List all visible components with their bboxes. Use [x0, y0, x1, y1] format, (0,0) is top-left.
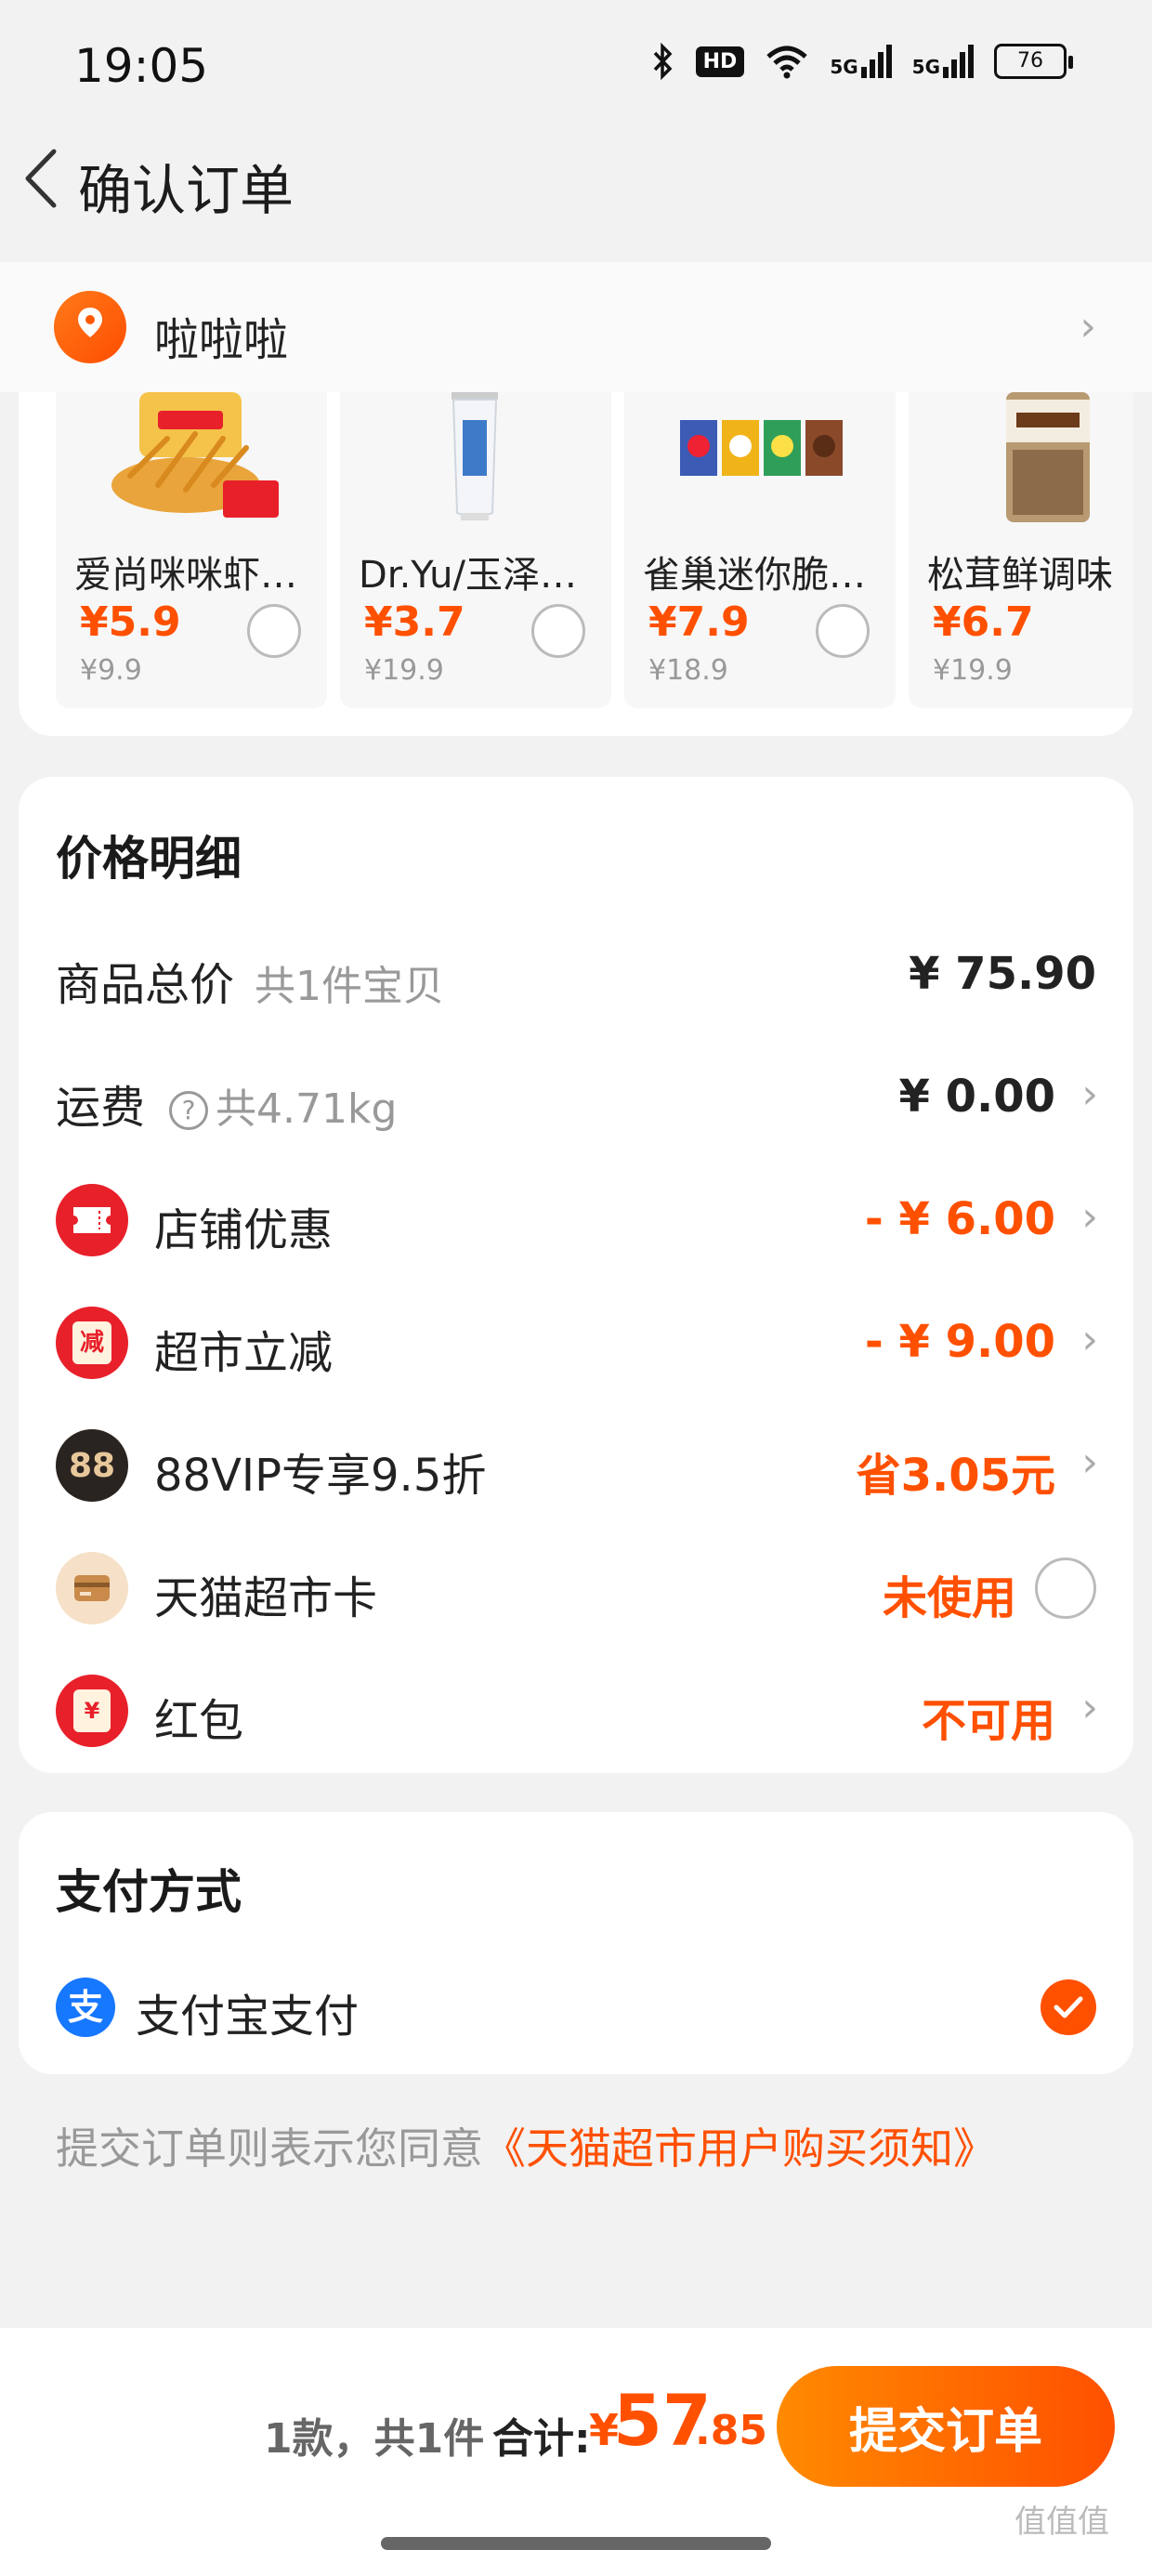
- shipping-label: 运费: [56, 1082, 146, 1134]
- store-discount-row[interactable]: 店铺优惠 - ¥ 6.00 ›: [19, 1162, 1133, 1282]
- total-label: 合计:: [492, 2415, 591, 2463]
- goods-total-sub: 共1件宝贝: [255, 963, 445, 1010]
- signal-icon-1: 5G: [830, 45, 892, 78]
- product-original-price: ¥9.9: [80, 654, 142, 687]
- chevron-right-icon: ›: [1081, 1316, 1098, 1363]
- hd-badge: HD: [695, 46, 745, 77]
- product-original-price: ¥18.9: [648, 654, 728, 687]
- price-detail-title: 价格明细: [56, 832, 242, 886]
- market-discount-row[interactable]: 减 超市立减 - ¥ 9.00 ›: [19, 1284, 1133, 1405]
- vip-discount-value: 省3.05元: [856, 1450, 1055, 1502]
- payment-title: 支付方式: [56, 1865, 242, 1919]
- product-price: ¥5.9: [80, 598, 181, 646]
- wifi-icon: [766, 46, 807, 79]
- status-time: 19:05: [74, 39, 209, 93]
- vip-discount-label: 88VIP专享9.5折: [154, 1450, 487, 1502]
- total-amount-decimal: .85: [695, 2407, 767, 2454]
- product-name: 爱尚咪咪虾味…: [74, 554, 318, 597]
- market-card-row[interactable]: 天猫超市卡 未使用: [19, 1530, 1133, 1650]
- goods-total-value: ¥ 75.90: [909, 948, 1096, 1000]
- product-select-radio[interactable]: [247, 604, 301, 658]
- red-packet-icon: ¥: [56, 1675, 128, 1747]
- submit-order-button[interactable]: 提交订单: [777, 2366, 1115, 2487]
- checkmark-icon: [1054, 1996, 1083, 2018]
- store-discount-label: 店铺优惠: [154, 1204, 334, 1256]
- product-item[interactable]: 爱尚咪咪虾味… ¥5.9 ¥9.9: [56, 392, 327, 708]
- product-original-price: ¥19.9: [933, 654, 1013, 687]
- location-icon: [54, 291, 126, 363]
- product-name: Dr.Yu/玉泽洁面: [359, 554, 602, 597]
- product-select-radio[interactable]: [531, 604, 585, 658]
- vip-88-icon: 88: [56, 1429, 128, 1502]
- product-image: [1006, 392, 1090, 522]
- payment-method-label[interactable]: 支付宝支付: [136, 1979, 359, 2044]
- price-detail-card: 价格明细 商品总价 共1件宝贝 ¥ 75.90 运费? 共4.71kg ¥ 0.00…: [19, 777, 1133, 1773]
- market-card-label: 天猫超市卡: [154, 1572, 378, 1624]
- vip-discount-row[interactable]: 88 88VIP专享9.5折 省3.05元 ›: [19, 1407, 1133, 1528]
- product-image: [680, 420, 843, 476]
- product-name: 雀巢迷你脆谷…: [643, 554, 886, 597]
- product-select-radio[interactable]: [816, 604, 870, 658]
- chevron-right-icon: ›: [1081, 1439, 1098, 1486]
- product-price: ¥7.9: [648, 598, 750, 646]
- product-price: ¥3.7: [364, 598, 465, 646]
- page-title: 确认订单: [78, 159, 295, 222]
- battery-icon: 76: [994, 44, 1073, 79]
- product-name: 松茸鲜调味: [927, 554, 1113, 597]
- help-icon[interactable]: ?: [169, 1091, 209, 1130]
- coupon-icon: [56, 1184, 128, 1256]
- agreement-link[interactable]: 《天猫超市用户购买须知》: [483, 2123, 996, 2174]
- product-price: ¥6.7: [933, 598, 1034, 646]
- chevron-left-icon: [25, 149, 57, 208]
- market-discount-label: 超市立减: [154, 1327, 334, 1379]
- back-button[interactable]: [13, 141, 69, 216]
- agreement-text: 提交订单则表示您同意《天猫超市用户购买须知》: [56, 2123, 996, 2174]
- product-original-price: ¥19.9: [364, 654, 444, 687]
- card-icon: [56, 1552, 128, 1624]
- product-list-card: 爱尚咪咪虾味… ¥5.9 ¥9.9 Dr.Yu/玉泽洁面 ¥3.7 ¥19.9: [19, 392, 1133, 736]
- chevron-right-icon: ›: [1081, 1193, 1098, 1241]
- red-packet-value: 不可用: [921, 1695, 1055, 1747]
- product-item[interactable]: 雀巢迷你脆谷… ¥7.9 ¥18.9: [624, 392, 896, 708]
- market-discount-value: - ¥ 9.00: [864, 1316, 1055, 1368]
- market-discount-icon: 减: [56, 1307, 128, 1379]
- store-discount-value: - ¥ 6.00: [864, 1193, 1055, 1245]
- chevron-right-icon: ›: [1081, 1684, 1098, 1731]
- chevron-right-icon: ›: [1080, 303, 1096, 350]
- market-card-value: 未使用: [882, 1572, 1016, 1624]
- address-name: 啦啦啦: [154, 314, 289, 366]
- product-item[interactable]: 松茸鲜调味 ¥6.7 ¥19.9: [909, 392, 1133, 708]
- goods-total-label: 商品总价: [56, 959, 235, 1011]
- shipping-value: ¥ 0.00: [898, 1071, 1055, 1123]
- home-indicator[interactable]: [381, 2537, 771, 2550]
- red-packet-row[interactable]: ¥ 红包 不可用 ›: [19, 1652, 1133, 1773]
- product-item[interactable]: Dr.Yu/玉泽洁面 ¥3.7 ¥19.9: [340, 392, 611, 708]
- payment-selected-check[interactable]: [1041, 1979, 1096, 2035]
- watermark: 值值值: [1015, 2504, 1109, 2541]
- shipping-weight: 共4.71kg: [216, 1085, 398, 1133]
- payment-card: 支付方式 支 支付宝支付: [19, 1812, 1133, 2074]
- signal-icon-2: 5G: [912, 45, 974, 78]
- red-packet-label: 红包: [154, 1695, 244, 1747]
- goods-total-row: 商品总价 共1件宝贝 ¥ 75.90: [19, 916, 1133, 1037]
- market-card-radio[interactable]: [1035, 1557, 1096, 1619]
- alipay-icon: 支: [56, 1978, 115, 2037]
- product-scroll[interactable]: 爱尚咪咪虾味… ¥5.9 ¥9.9 Dr.Yu/玉泽洁面 ¥3.7 ¥19.9: [56, 392, 1133, 708]
- chevron-right-icon: ›: [1081, 1071, 1098, 1118]
- product-image: [452, 392, 498, 520]
- shipping-row[interactable]: 运费? 共4.71kg ¥ 0.00 ›: [19, 1039, 1133, 1160]
- product-image: [111, 392, 279, 518]
- item-count: 1款，共1件: [264, 2415, 485, 2463]
- bluetooth-icon: [653, 43, 673, 80]
- status-icons: HD 5G 5G 76: [651, 43, 1073, 80]
